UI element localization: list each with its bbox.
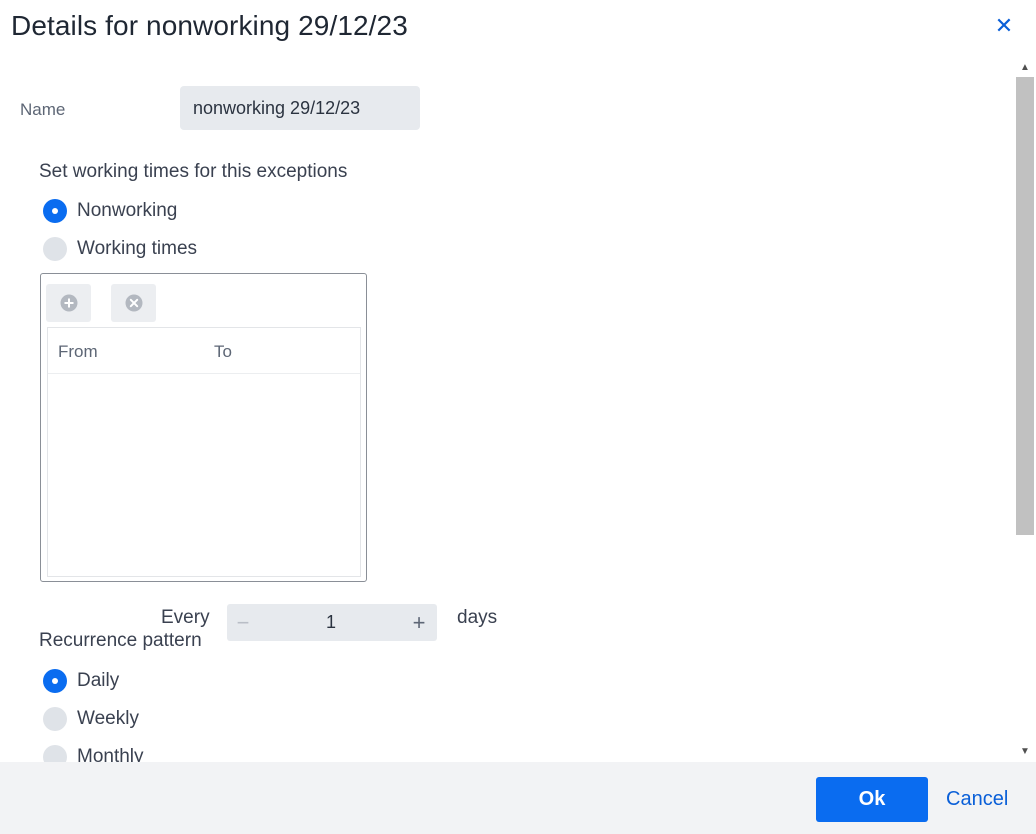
radio-unchecked-icon[interactable]: [43, 707, 67, 731]
radio-checked-icon[interactable]: [43, 669, 67, 693]
dialog-footer: Ok Cancel: [0, 762, 1036, 834]
name-label: Name: [20, 100, 66, 119]
radio-weekly[interactable]: Weekly: [43, 706, 139, 732]
interval-stepper[interactable]: − 1 +: [227, 604, 437, 641]
working-times-section-label: Set working times for this exceptions: [39, 161, 348, 182]
radio-monthly[interactable]: Monthly: [43, 744, 144, 762]
radio-weekly-label: Weekly: [77, 708, 139, 729]
dialog-title: Details for nonworking 29/12/23: [11, 10, 408, 41]
radio-nonworking-label: Nonworking: [77, 200, 178, 221]
decrement-button[interactable]: −: [227, 604, 259, 641]
working-times-panel: From To: [40, 273, 367, 582]
exception-details-dialog: Details for nonworking 29/12/23 ✕ Name n…: [0, 0, 1036, 834]
remove-working-time-button[interactable]: [111, 284, 156, 322]
radio-unchecked-icon[interactable]: [43, 237, 67, 261]
scroll-up-arrow-icon[interactable]: ▲: [1019, 62, 1031, 74]
scrollbar-thumb[interactable]: [1016, 77, 1034, 535]
add-working-time-button[interactable]: [46, 284, 91, 322]
ok-button[interactable]: Ok: [816, 777, 928, 822]
every-label: Every: [161, 607, 210, 628]
add-circle-icon: [60, 294, 77, 312]
days-label: days: [457, 607, 498, 628]
close-icon[interactable]: ✕: [992, 14, 1016, 38]
increment-button[interactable]: +: [403, 604, 435, 641]
radio-monthly-label: Monthly: [77, 746, 144, 762]
radio-working-times-label: Working times: [77, 238, 198, 259]
radio-daily[interactable]: Daily: [43, 668, 119, 694]
column-header-to[interactable]: To: [214, 342, 232, 362]
recurrence-section-label: Recurrence pattern: [39, 630, 202, 651]
radio-checked-icon[interactable]: [43, 199, 67, 223]
vertical-scrollbar[interactable]: ▲ ▼: [1014, 58, 1036, 762]
grid-header: From To: [48, 328, 360, 374]
cancel-button[interactable]: Cancel: [946, 777, 1008, 822]
column-header-from[interactable]: From: [58, 342, 98, 362]
interval-value[interactable]: 1: [259, 604, 403, 641]
dialog-content[interactable]: Name nonworking 29/12/23 Set working tim…: [0, 58, 1014, 762]
remove-circle-icon: [125, 294, 142, 312]
working-times-grid[interactable]: From To: [47, 327, 361, 577]
radio-working-times[interactable]: Working times: [43, 236, 197, 262]
radio-nonworking[interactable]: Nonworking: [43, 198, 177, 224]
scroll-down-arrow-icon[interactable]: ▼: [1019, 746, 1031, 758]
radio-unchecked-icon[interactable]: [43, 745, 67, 762]
radio-daily-label: Daily: [77, 670, 120, 691]
name-input[interactable]: nonworking 29/12/23: [180, 86, 420, 130]
